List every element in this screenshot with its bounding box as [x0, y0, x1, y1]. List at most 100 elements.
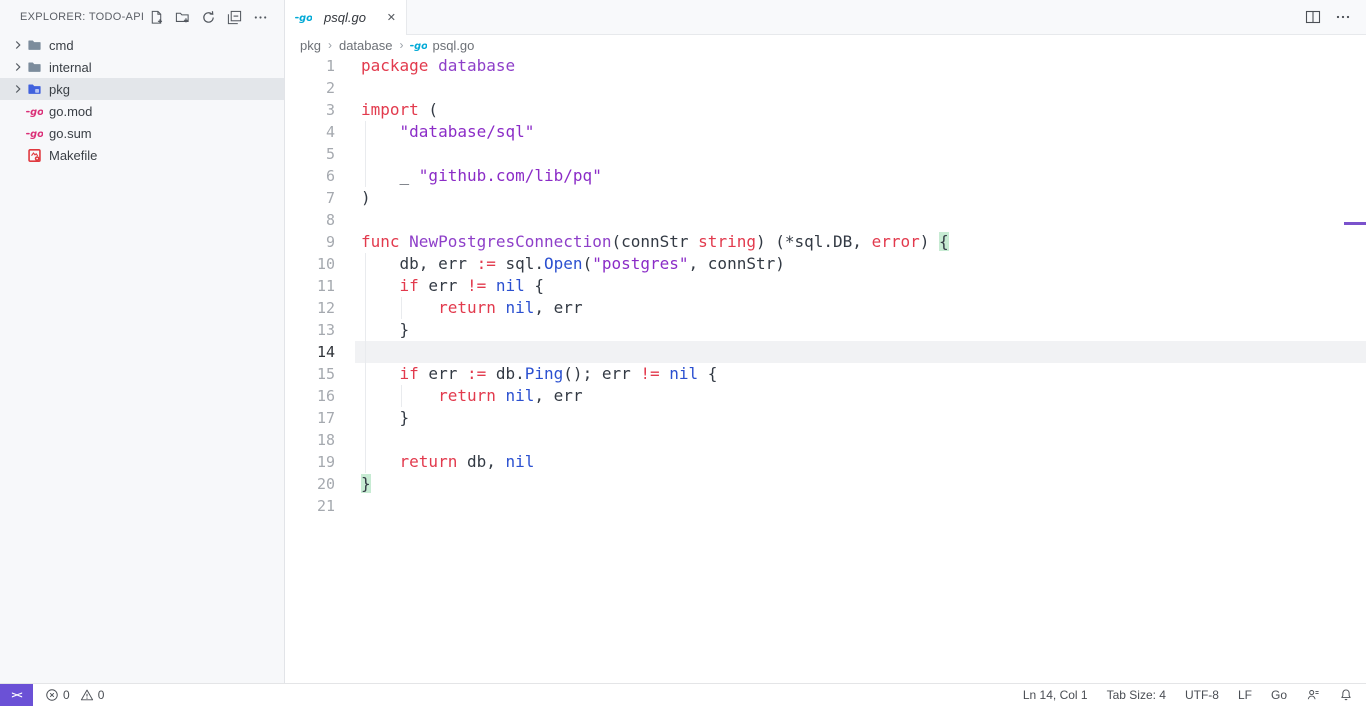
code-line[interactable]: 7) — [285, 187, 1366, 209]
code-line[interactable]: 15 if err := db.Ping(); err != nil { — [285, 363, 1366, 385]
tree-item-label: internal — [49, 60, 92, 75]
code-line[interactable]: 17 } — [285, 407, 1366, 429]
code-line[interactable]: 6 _ "github.com/lib/pq" — [285, 165, 1366, 187]
breadcrumb-label: psql.go — [432, 38, 474, 53]
collapse-folders-icon[interactable] — [226, 9, 242, 25]
indent-guide — [365, 429, 366, 451]
more-actions-icon[interactable] — [252, 9, 268, 25]
breadcrumb-item-pkg[interactable]: pkg — [300, 38, 321, 53]
error-count: 0 — [63, 688, 70, 702]
notifications-bell-icon[interactable] — [1339, 688, 1353, 702]
code-line[interactable]: 13 } — [285, 319, 1366, 341]
encoding-indicator[interactable]: UTF-8 — [1185, 688, 1219, 702]
language-indicator[interactable]: Go — [1271, 688, 1287, 702]
go-icon: go — [26, 128, 43, 139]
error-icon — [45, 688, 59, 702]
go-file-icon: go — [295, 12, 312, 23]
code-line-text — [335, 341, 361, 363]
new-folder-icon[interactable] — [174, 9, 190, 25]
code-line-text: package database — [335, 55, 515, 77]
tree-item-pkg[interactable]: pkg — [0, 78, 284, 100]
line-number: 6 — [285, 165, 335, 187]
tab-bar-filler — [407, 0, 1290, 35]
code-line-text: return nil, err — [335, 385, 583, 407]
explorer-header: EXPLORER: TODO-API — [0, 0, 284, 34]
tab-bar: go psql.go ✕ — [285, 0, 1366, 35]
remote-indicator[interactable]: >< — [0, 684, 33, 706]
problems-indicator[interactable]: 0 0 — [45, 688, 104, 702]
folder-blue-icon — [26, 82, 43, 97]
explorer-actions — [148, 9, 268, 25]
explorer-sidebar: EXPLORER: TODO-API cmd internal pkg gogo.mo… — [0, 0, 285, 683]
code-line-text — [335, 495, 361, 517]
code-line[interactable]: 12 return nil, err — [285, 297, 1366, 319]
eol-indicator[interactable]: LF — [1238, 688, 1252, 702]
editor-title-actions — [1290, 0, 1366, 35]
code-line-text: } — [335, 407, 409, 429]
line-number: 18 — [285, 429, 335, 451]
tree-item-label: pkg — [49, 82, 70, 97]
code-line[interactable]: 8 — [285, 209, 1366, 231]
code-line[interactable]: 2 — [285, 77, 1366, 99]
code-line[interactable]: 3import ( — [285, 99, 1366, 121]
file-tree: cmd internal pkg gogo.modgogo.sumMakefile — [0, 34, 284, 166]
more-actions-icon[interactable] — [1335, 9, 1351, 25]
tab-size-indicator[interactable]: Tab Size: 4 — [1107, 688, 1166, 702]
svg-text:go: go — [415, 40, 428, 50]
code-line[interactable]: 10 db, err := sql.Open("postgres", connS… — [285, 253, 1366, 275]
code-line[interactable]: 21 — [285, 495, 1366, 517]
status-bar: >< 0 0 Ln 14, Col 1 Tab Size: 4 UTF-8 LF Go — [0, 683, 1366, 706]
refresh-explorer-icon[interactable] — [200, 9, 216, 25]
breadcrumb-label: database — [339, 38, 393, 53]
folder-icon — [26, 38, 43, 53]
code-line[interactable]: 20} — [285, 473, 1366, 495]
breadcrumb-item-database[interactable]: database — [339, 38, 393, 53]
chevron-right-icon[interactable] — [10, 37, 26, 53]
line-col-indicator[interactable]: Ln 14, Col 1 — [1023, 688, 1088, 702]
line-number: 1 — [285, 55, 335, 77]
code-line-text: if err != nil { — [335, 275, 544, 297]
line-number: 3 — [285, 99, 335, 121]
code-line[interactable]: 19 return db, nil — [285, 451, 1366, 473]
new-file-icon[interactable] — [148, 9, 164, 25]
indent-guide — [365, 143, 366, 165]
line-number: 17 — [285, 407, 335, 429]
code-line[interactable]: 14 — [285, 341, 1366, 363]
line-number: 15 — [285, 363, 335, 385]
chevron-right-icon[interactable] — [10, 81, 26, 97]
code-line-text: db, err := sql.Open("postgres", connStr) — [335, 253, 785, 275]
line-number: 16 — [285, 385, 335, 407]
code-line-text — [335, 429, 361, 451]
tree-item-go-mod[interactable]: gogo.mod — [0, 100, 284, 122]
breadcrumb-item-psql-go[interactable]: go psql.go — [410, 38, 474, 53]
chevron-right-icon[interactable] — [10, 59, 26, 75]
code-line[interactable]: 1package database — [285, 55, 1366, 77]
tab-psql-go[interactable]: go psql.go ✕ — [285, 0, 407, 35]
code-line[interactable]: 4 "database/sql" — [285, 121, 1366, 143]
code-line[interactable]: 18 — [285, 429, 1366, 451]
code-line[interactable]: 9func NewPostgresConnection(connStr stri… — [285, 231, 1366, 253]
feedback-icon[interactable] — [1306, 688, 1320, 702]
folder-icon — [26, 60, 43, 75]
split-editor-icon[interactable] — [1305, 9, 1321, 25]
tree-item-go-sum[interactable]: gogo.sum — [0, 122, 284, 144]
tree-item-internal[interactable]: internal — [0, 56, 284, 78]
code-line-text: func NewPostgresConnection(connStr strin… — [335, 231, 949, 253]
explorer-title: EXPLORER: TODO-API — [20, 11, 144, 23]
close-tab-icon[interactable]: ✕ — [385, 9, 398, 26]
breadcrumb-separator-icon: › — [399, 38, 403, 52]
line-number: 13 — [285, 319, 335, 341]
tree-item-makefile[interactable]: Makefile — [0, 144, 284, 166]
line-number: 20 — [285, 473, 335, 495]
code-line[interactable]: 5 — [285, 143, 1366, 165]
code-line-text — [335, 143, 361, 165]
breadcrumb: pkg›database›gopsql.go — [285, 35, 1366, 55]
code-editor[interactable]: 1package database23import (4 "database/s… — [285, 55, 1366, 517]
tree-item-cmd[interactable]: cmd — [0, 34, 284, 56]
remote-icon: >< — [11, 690, 21, 701]
indent-guide — [365, 341, 366, 363]
code-line[interactable]: 16 return nil, err — [285, 385, 1366, 407]
code-line-text: } — [335, 319, 409, 341]
line-number: 2 — [285, 77, 335, 99]
code-line[interactable]: 11 if err != nil { — [285, 275, 1366, 297]
